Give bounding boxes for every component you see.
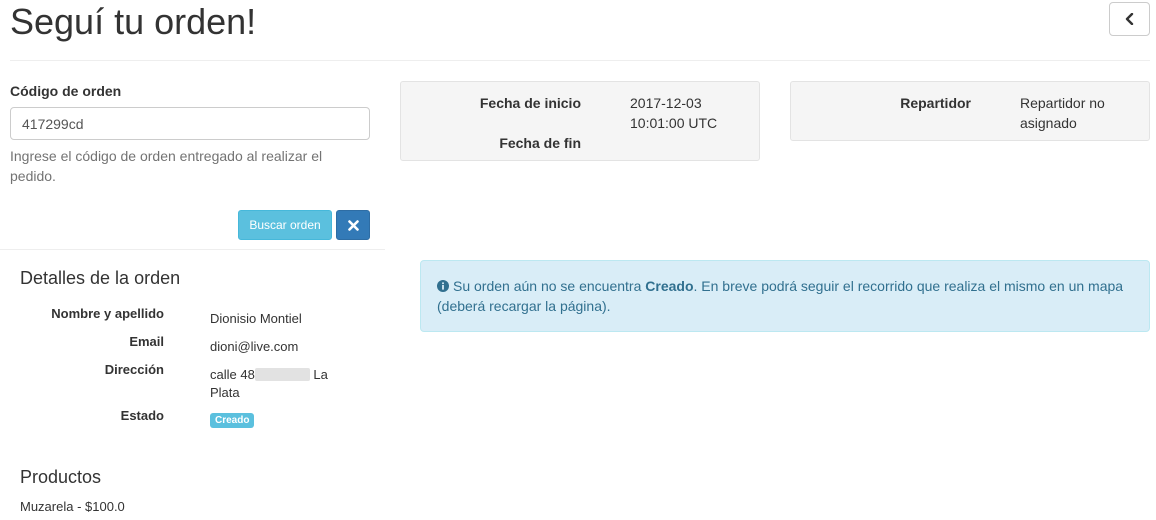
product-item: Muzarela - $100.0 [20, 499, 125, 514]
driver-label: Repartidor [900, 95, 971, 111]
redacted-block [254, 368, 310, 381]
order-details-title: Detalles de la orden [20, 268, 181, 288]
clear-button[interactable] [336, 210, 370, 240]
order-code-input[interactable] [10, 107, 370, 140]
products-title: Productos [20, 467, 102, 487]
dates-panel: Fecha de inicio 2017-12-03 10:01:00 UTC … [400, 81, 760, 161]
start-date-label: Fecha de inicio [479, 95, 581, 111]
status-alert: Su orden aún no se encuentra Creado. En … [420, 260, 1150, 332]
alert-text-start: Su orden aún no se encuentra [453, 278, 646, 294]
search-order-button[interactable]: Buscar orden [238, 210, 332, 240]
info-circle-icon [437, 280, 449, 292]
end-date-label: Fecha de fin [499, 135, 581, 151]
address-value: calle 48 La Plata [210, 366, 350, 402]
status-label: Estado [120, 408, 164, 423]
address-label: Dirección [104, 362, 164, 377]
email-label: Email [129, 334, 164, 349]
driver-value-line1: Repartidor no [1020, 95, 1105, 111]
page-title: Seguí tu orden! [10, 1, 257, 42]
address-city-line2: Plata [210, 385, 240, 400]
order-code-label: Código de orden [10, 83, 122, 99]
order-code-help: Ingrese el código de orden entregado al … [10, 148, 323, 184]
search-divider [0, 249, 385, 250]
address-city: La [309, 367, 328, 382]
start-date-value-date: 2017-12-03 [630, 95, 702, 111]
start-date-value-time: 10:01:00 UTC [630, 115, 718, 131]
driver-panel: Repartidor Repartidor no asignado [790, 81, 1150, 141]
header-divider [10, 60, 1150, 61]
status-badge: Creado [210, 413, 255, 428]
close-icon [347, 219, 359, 231]
email-value: dioni@live.com [210, 339, 299, 354]
name-value: Dionisio Montiel [210, 311, 302, 326]
address-street: calle 48 [210, 367, 255, 382]
name-label: Nombre y apellido [51, 306, 164, 321]
alert-status: Creado [645, 278, 694, 294]
back-button[interactable] [1109, 2, 1150, 36]
driver-value-line2: asignado [1020, 115, 1077, 131]
chevron-left-icon [1125, 13, 1133, 25]
